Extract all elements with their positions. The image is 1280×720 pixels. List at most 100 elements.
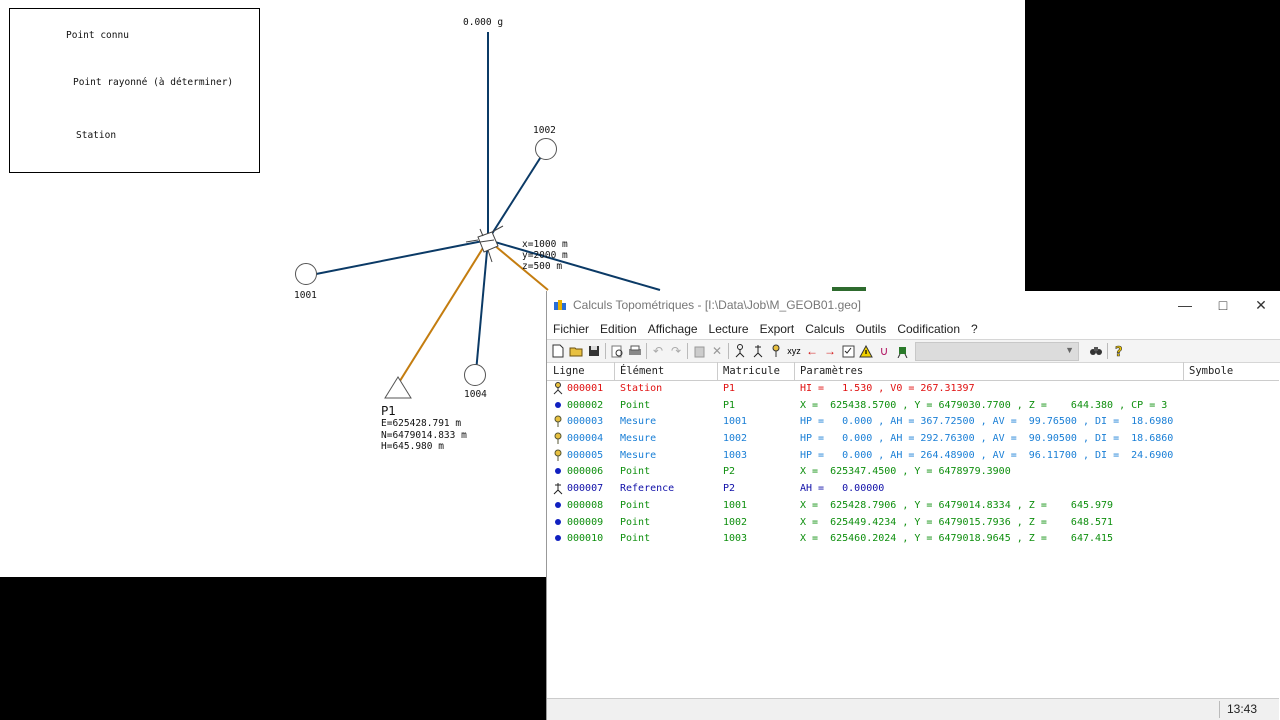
cell-ligne: 000010	[567, 533, 604, 545]
reference-icon	[553, 482, 563, 495]
grid-rows: 000001 Station P1 HI = 1.530 , V0 = 267.313…	[547, 381, 1279, 548]
point-p1-triangle[interactable]	[384, 376, 412, 399]
new-file-icon[interactable]	[549, 342, 567, 360]
measure-tool-icon[interactable]	[767, 342, 785, 360]
print-preview-icon[interactable]	[608, 342, 626, 360]
title-bar[interactable]: Calculs Topométriques - [I:\Data\Job\M_G…	[547, 291, 1280, 319]
col-element[interactable]: Élément	[620, 365, 664, 377]
cell-matricule: P1	[723, 399, 736, 411]
open-folder-icon[interactable]	[567, 342, 585, 360]
p1-e: E=625428.791 m	[381, 418, 462, 429]
table-row[interactable]: 000002 Point P1 X = 625438.5700 , Y = 64790…	[547, 398, 1279, 415]
menu-edition[interactable]: Edition	[600, 320, 637, 338]
menu-help[interactable]: ?	[971, 320, 978, 338]
survey-instrument-icon[interactable]	[893, 342, 911, 360]
cell-ligne: 000002	[567, 399, 604, 411]
cell-matricule: 1001	[723, 499, 748, 511]
line-to-1002	[487, 151, 545, 241]
curve-icon[interactable]: ∪	[875, 342, 893, 360]
table-row[interactable]: 000008 Point 1001 X = 625428.7906 , Y = 647…	[547, 498, 1279, 515]
cell-params: HP = 0.000 , AH = 367.72500 , AV = 99.76…	[800, 416, 1174, 428]
maximize-button[interactable]: □	[1204, 297, 1242, 314]
xyz-icon[interactable]: xyz	[785, 342, 803, 360]
cell-params: HP = 0.000 , AH = 264.48900 , AV = 96.11…	[800, 449, 1174, 461]
code-combo-box[interactable]: ▼	[915, 341, 1079, 361]
measure-pin-icon	[553, 415, 563, 428]
menu-affichage[interactable]: Affichage	[648, 320, 698, 338]
chevron-down-icon: ▼	[1065, 344, 1074, 355]
table-row[interactable]: 000003 Mesure 1001 HP = 0.000 , AH = 367.72…	[547, 414, 1279, 431]
station-tool-icon[interactable]	[731, 342, 749, 360]
save-icon[interactable]	[585, 342, 603, 360]
cell-params: HI = 1.530 , V0 = 267.31397	[800, 383, 975, 394]
line-to-1003	[487, 239, 661, 291]
station-x: x=1000 m	[522, 239, 568, 250]
table-row[interactable]: 000006 Point P2 X = 625347.4500 , Y = 64789…	[547, 464, 1279, 481]
cell-ligne: 000007	[567, 483, 604, 495]
table-row[interactable]: 000004 Mesure 1002 HP = 0.000 , AH = 292.76…	[547, 431, 1279, 448]
table-row[interactable]: 000005 Mesure 1003 HP = 0.000 , AH = 264.48…	[547, 448, 1279, 465]
cell-element: Point	[620, 533, 651, 545]
menu-export[interactable]: Export	[760, 320, 795, 338]
cell-element: Mesure	[620, 416, 657, 428]
toolbar-separator	[646, 343, 647, 359]
col-matricule[interactable]: Matricule	[723, 365, 780, 377]
paste-icon[interactable]	[690, 342, 708, 360]
col-parametres[interactable]: Paramètres	[800, 365, 863, 377]
measure-pin-icon	[553, 449, 563, 462]
undo-icon[interactable]: ↶	[649, 342, 667, 360]
minimize-button[interactable]: —	[1166, 297, 1204, 314]
cell-element: Point	[620, 466, 651, 478]
warning-icon[interactable]	[857, 342, 875, 360]
column-separator[interactable]	[717, 362, 718, 380]
cell-element: Point	[620, 399, 651, 411]
cell-element: Point	[620, 516, 651, 528]
window-title: Calculs Topométriques - [I:\Data\Job\M_G…	[573, 298, 861, 312]
point-p1-label: P1	[381, 404, 396, 418]
toolbar-separator	[1107, 343, 1108, 359]
cell-matricule: P2	[723, 483, 736, 495]
close-button[interactable]: ✕	[1242, 297, 1280, 314]
station-coords: x=1000 m y=2000 m z=500 m	[522, 239, 568, 272]
point-1004-circle[interactable]	[464, 364, 486, 386]
col-ligne[interactable]: Ligne	[553, 365, 585, 377]
column-separator[interactable]	[794, 362, 795, 380]
help-icon[interactable]: ?	[1110, 342, 1128, 360]
col-symbole[interactable]: Symbole	[1189, 365, 1233, 377]
point-1002-circle[interactable]	[535, 138, 557, 160]
binoculars-icon[interactable]	[1087, 342, 1105, 360]
status-separator	[1219, 701, 1220, 718]
menu-calculs[interactable]: Calculs	[805, 320, 844, 338]
north-label: 0.000 g	[463, 17, 504, 28]
checklist-icon[interactable]	[839, 342, 857, 360]
column-separator[interactable]	[614, 362, 615, 380]
table-row[interactable]: 000010 Point 1003 X = 625460.2024 , Y = 647…	[547, 531, 1279, 548]
cell-matricule: P2	[723, 466, 736, 478]
menu-bar: Fichier Edition Affichage Lecture Export…	[547, 320, 1280, 338]
menu-codification[interactable]: Codification	[897, 320, 960, 338]
station-y: y=2000 m	[522, 250, 568, 261]
arrows-right-icon[interactable]: →	[821, 342, 839, 360]
cell-ligne: 000008	[567, 499, 604, 511]
cell-params: AH = 0.00000	[800, 483, 885, 495]
table-row[interactable]: 000001 Station P1 HI = 1.530 , V0 = 267.313…	[547, 381, 1279, 398]
app-icon	[554, 299, 567, 311]
cell-ligne: 000006	[567, 466, 604, 478]
toolbar-separator	[728, 343, 729, 359]
menu-lecture[interactable]: Lecture	[709, 320, 749, 338]
column-separator[interactable]	[1183, 362, 1184, 380]
cell-params: HP = 0.000 , AH = 292.76300 , AV = 90.90…	[800, 433, 1174, 445]
point-1001-circle[interactable]	[295, 263, 317, 285]
calculs-window: Calculs Topométriques - [I:\Data\Job\M_G…	[546, 291, 1280, 720]
table-row[interactable]: 000009 Point 1002 X = 625449.4234 , Y = 647…	[547, 515, 1279, 532]
menu-fichier[interactable]: Fichier	[553, 320, 589, 338]
print-icon[interactable]	[626, 342, 644, 360]
cell-ligne: 000003	[567, 416, 604, 428]
reference-tool-icon[interactable]	[749, 342, 767, 360]
redo-icon[interactable]: ↷	[667, 342, 685, 360]
cell-matricule: 1001	[723, 416, 748, 428]
menu-outils[interactable]: Outils	[856, 320, 887, 338]
table-row[interactable]: 000007 Reference P2 AH = 0.00000	[547, 481, 1279, 498]
arrows-left-icon[interactable]: ←	[803, 342, 821, 360]
delete-icon[interactable]: ✕	[708, 342, 726, 360]
